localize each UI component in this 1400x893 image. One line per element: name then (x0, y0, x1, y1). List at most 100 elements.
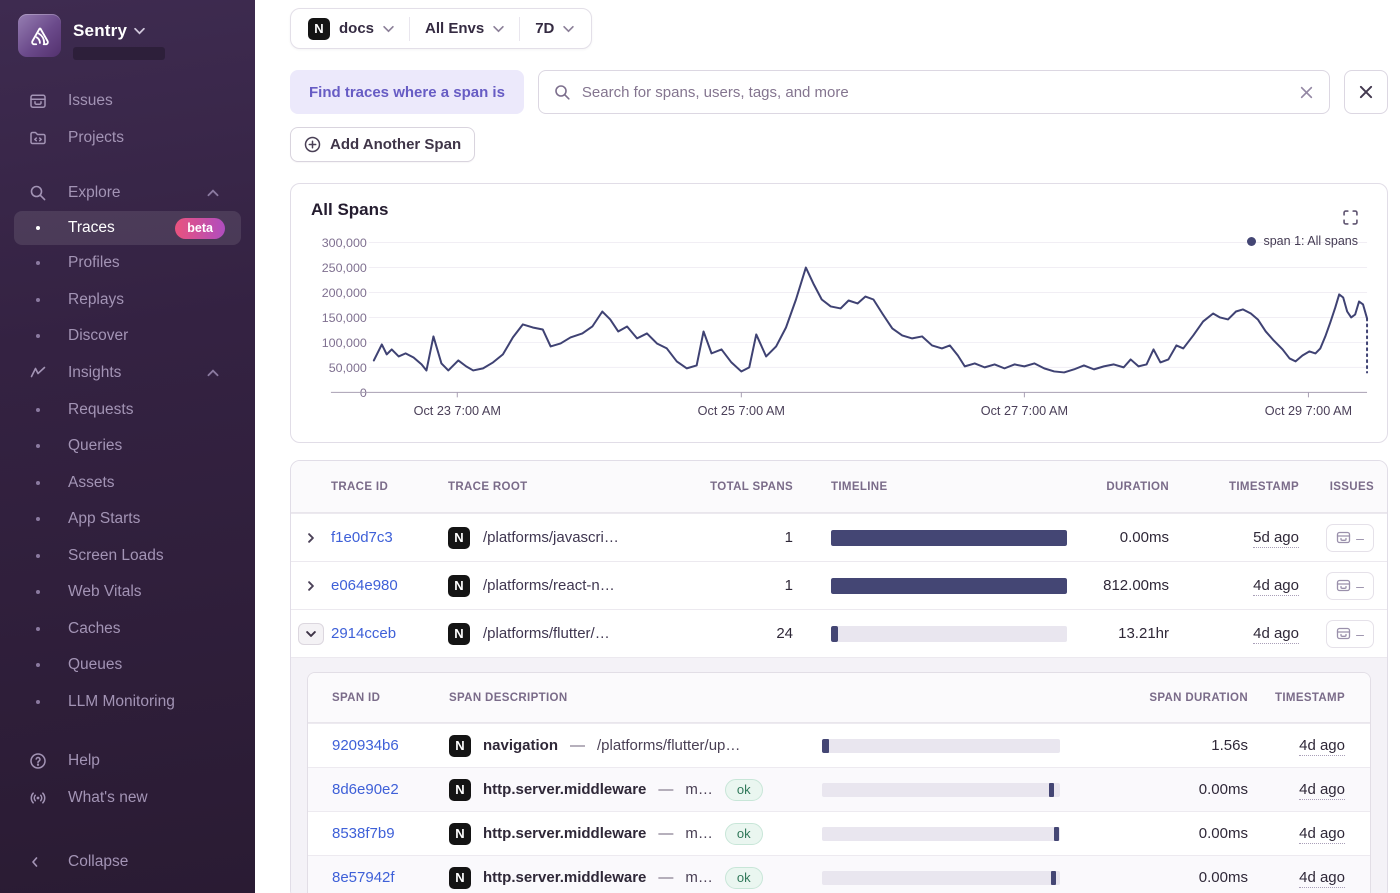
sidebar-item-requests[interactable]: Requests (0, 392, 255, 429)
sidebar-item-projects[interactable]: Projects (0, 119, 255, 156)
page-filter-bar: N docs All Envs 7D (290, 8, 592, 49)
issues-button[interactable]: – (1326, 572, 1374, 600)
sidebar-item-label: LLM Monitoring (68, 693, 175, 711)
sidebar-item-help[interactable]: Help (0, 742, 255, 779)
span-op: http.server.middleware (483, 825, 646, 842)
issues-button[interactable]: – (1326, 620, 1374, 648)
issues-icon (1336, 626, 1351, 641)
nextjs-platform-icon: N (449, 823, 471, 845)
sidebar-item-llm-monitoring[interactable]: LLM Monitoring (0, 684, 255, 721)
sidebar-section-insights[interactable]: Insights (0, 355, 255, 392)
bullet-dot (36, 481, 40, 485)
collapse-row-button[interactable] (298, 623, 324, 645)
clear-search-icon[interactable] (1299, 85, 1314, 100)
issues-count-dash: – (1356, 530, 1364, 546)
sidebar-item-caches[interactable]: Caches (0, 611, 255, 648)
timestamp-value[interactable]: 5d ago (1253, 529, 1299, 548)
span-duration-value: 0.00ms (1060, 781, 1248, 798)
chart-legend[interactable]: span 1: All spans (1247, 234, 1358, 248)
sidebar-item-assets[interactable]: Assets (0, 465, 255, 502)
expand-row-button[interactable] (305, 532, 317, 544)
span-op: navigation (483, 737, 558, 754)
trace-root-text: /platforms/flutter/… (483, 625, 610, 642)
span-timeline-bar (822, 739, 1060, 753)
span-id-link[interactable]: 920934b6 (332, 737, 399, 754)
nextjs-platform-icon: N (448, 623, 470, 645)
sidebar-section-explore[interactable]: Explore (0, 174, 255, 211)
expanded-trace-section: SPAN ID SPAN DESCRIPTION SPAN DURATION T… (291, 657, 1387, 893)
col-timeline: TIMELINE (831, 481, 1067, 493)
status-badge: ok (725, 823, 763, 845)
all-spans-chart-svg[interactable]: 300,000250,000200,000150,000100,00050,00… (291, 184, 1387, 442)
span-timestamp-value[interactable]: 4d ago (1299, 825, 1345, 844)
chevron-down-icon (383, 25, 394, 33)
svg-text:150,000: 150,000 (322, 311, 367, 325)
sentry-logo[interactable] (18, 14, 61, 57)
sidebar-item-app-starts[interactable]: App Starts (0, 501, 255, 538)
trace-id-link[interactable]: f1e0d7c3 (331, 529, 393, 546)
col-trace-root: TRACE ROOT (438, 481, 701, 493)
sidebar-item-traces[interactable]: Traces beta (14, 211, 241, 245)
bullet-dot (36, 444, 40, 448)
legend-dot (1247, 237, 1256, 246)
issues-button[interactable]: – (1326, 524, 1374, 552)
sidebar-item-web-vitals[interactable]: Web Vitals (0, 574, 255, 611)
remove-span-filter-button[interactable] (1344, 70, 1388, 114)
bullet-dot (36, 700, 40, 704)
sidebar: Sentry Issues (0, 0, 255, 893)
sidebar-item-queues[interactable]: Queues (0, 647, 255, 684)
find-traces-button[interactable]: Find traces where a span is (290, 70, 524, 114)
project-selector[interactable]: N docs (293, 17, 409, 41)
span-timestamp-value[interactable]: 4d ago (1299, 781, 1345, 800)
trace-root-text: /platforms/react-n… (483, 577, 615, 594)
trace-id-link[interactable]: e064e980 (331, 577, 398, 594)
span-timestamp-value[interactable]: 4d ago (1299, 869, 1345, 888)
duration-value: 13.21hr (1067, 625, 1169, 642)
expand-row-button[interactable] (305, 580, 317, 592)
sidebar-item-profiles[interactable]: Profiles (0, 245, 255, 282)
chevron-right-icon (305, 580, 317, 592)
sidebar-item-label: Caches (68, 620, 121, 638)
collapse-label: Collapse (68, 853, 128, 871)
chevron-down-icon (305, 628, 317, 640)
sidebar-item-issues[interactable]: Issues (0, 82, 255, 119)
sidebar-item-label: Help (68, 752, 100, 770)
timeline-bar (831, 530, 1067, 546)
span-table: SPAN ID SPAN DESCRIPTION SPAN DURATION T… (307, 672, 1371, 893)
environment-selector[interactable]: All Envs (409, 17, 519, 41)
date-range-selector[interactable]: 7D (519, 17, 589, 41)
span-description-text: m… (685, 825, 713, 842)
sidebar-item-queries[interactable]: Queries (0, 428, 255, 465)
svg-text:Oct 29 7:00 AM: Oct 29 7:00 AM (1265, 404, 1352, 418)
trace-id-link[interactable]: 2914cceb (331, 625, 396, 642)
timestamp-value[interactable]: 4d ago (1253, 577, 1299, 596)
sidebar-item-whats-new[interactable]: What's new (0, 779, 255, 816)
sidebar-item-replays[interactable]: Replays (0, 282, 255, 319)
span-id-link[interactable]: 8538f7b9 (332, 825, 395, 842)
add-another-span-button[interactable]: Add Another Span (290, 127, 475, 162)
fullscreen-icon[interactable] (1343, 210, 1358, 225)
sidebar-item-discover[interactable]: Discover (0, 318, 255, 355)
separator-dash: — (658, 869, 673, 886)
trace-root-text: /platforms/javascri… (483, 529, 619, 546)
span-id-link[interactable]: 8d6e90e2 (332, 781, 399, 798)
timestamp-value[interactable]: 4d ago (1253, 625, 1299, 644)
timeline-bar (831, 578, 1067, 594)
span-search-input[interactable] (582, 84, 1288, 101)
span-timestamp-value[interactable]: 4d ago (1299, 737, 1345, 756)
sidebar-item-label: App Starts (68, 510, 140, 528)
sidebar-item-label: Requests (68, 401, 133, 419)
col-total-spans: TOTAL SPANS (701, 481, 793, 493)
svg-text:100,000: 100,000 (322, 336, 367, 350)
org-name: Sentry (73, 21, 127, 41)
chart-title: All Spans (311, 200, 388, 220)
chevron-right-icon (305, 532, 317, 544)
span-id-link[interactable]: 8e57942f (332, 869, 395, 886)
svg-text:50,000: 50,000 (329, 361, 367, 375)
sidebar-item-label: Queues (68, 656, 122, 674)
sidebar-item-screen-loads[interactable]: Screen Loads (0, 538, 255, 575)
org-switcher[interactable]: Sentry (73, 21, 165, 41)
issues-count-dash: – (1356, 626, 1364, 642)
col-span-description: SPAN DESCRIPTION (427, 692, 822, 704)
collapse-button[interactable]: Collapse (0, 843, 255, 880)
